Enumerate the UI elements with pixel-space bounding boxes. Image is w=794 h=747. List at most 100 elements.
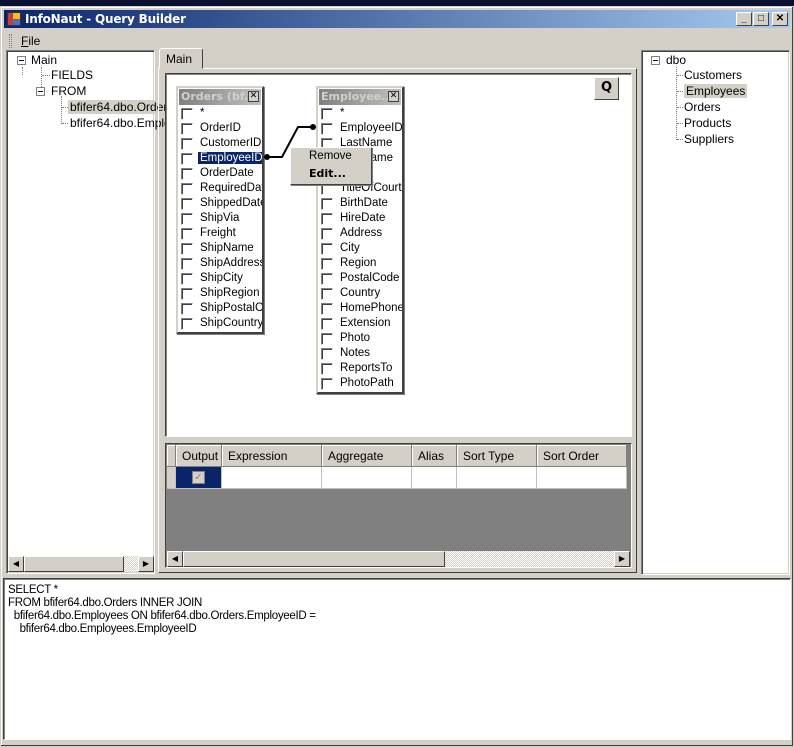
title-bar[interactable]: InfoNaut - Query Builder _ □ ✕ — [4, 10, 790, 28]
field-checkbox[interactable] — [181, 153, 193, 165]
grid-scroll-thumb[interactable] — [183, 551, 445, 567]
field-row[interactable]: ShippedDate — [178, 196, 262, 211]
field-row[interactable]: PhotoPath — [318, 376, 402, 391]
field-checkbox[interactable] — [321, 288, 333, 300]
field-row[interactable]: City — [318, 241, 402, 256]
col-sort-type[interactable]: Sort Type — [457, 445, 537, 467]
field-row[interactable]: Freight — [178, 226, 262, 241]
tree-node-suppliers[interactable]: Suppliers — [684, 131, 734, 147]
cell-aggregate[interactable] — [322, 467, 412, 489]
table-employees[interactable]: Employee...✕ *EmployeeIDLastNameFirstNam… — [316, 86, 404, 394]
col-sort-order[interactable]: Sort Order — [537, 445, 627, 467]
field-checkbox[interactable] — [321, 333, 333, 345]
field-checkbox[interactable] — [321, 243, 333, 255]
grid-hscrollbar[interactable]: ◀ ▶ — [167, 551, 630, 567]
field-checkbox[interactable] — [181, 243, 193, 255]
col-alias[interactable]: Alias — [412, 445, 457, 467]
menu-file[interactable]: File — [21, 34, 40, 48]
col-output[interactable]: Output — [176, 445, 222, 467]
field-row[interactable]: HomePhone — [318, 301, 402, 316]
field-checkbox[interactable] — [181, 258, 193, 270]
query-structure-tree[interactable]: Main FIELDS FROM bfifer64.dbo.Orders bfi… — [6, 50, 196, 574]
field-checkbox[interactable] — [181, 288, 193, 300]
field-checkbox[interactable] — [181, 213, 193, 225]
table-orders[interactable]: Orders (bf... ✕ * OrderID CustomerID Employe… — [176, 86, 264, 334]
field-checkbox[interactable] — [321, 363, 333, 375]
grid-scroll-right-icon[interactable]: ▶ — [614, 551, 630, 567]
field-row[interactable]: CustomerID — [178, 136, 262, 151]
field-checkbox[interactable] — [181, 318, 193, 330]
grid-scroll-left-icon[interactable]: ◀ — [167, 551, 183, 567]
grid-row[interactable]: ✓ — [167, 467, 627, 489]
collapse-dbo-icon[interactable] — [651, 56, 660, 65]
field-row[interactable]: OrderID — [178, 121, 262, 136]
field-checkbox[interactable] — [321, 378, 333, 390]
field-row[interactable]: Extension — [318, 316, 402, 331]
field-row[interactable]: ShipCountry — [178, 316, 262, 331]
col-expression[interactable]: Expression — [222, 445, 322, 467]
field-checkbox[interactable] — [321, 258, 333, 270]
menu-item-remove[interactable]: Remove — [291, 148, 371, 165]
tree-node-customers[interactable]: Customers — [684, 67, 742, 83]
field-checkbox[interactable] — [321, 108, 333, 120]
left-tree-hscrollbar[interactable]: ◀ ▶ — [8, 556, 154, 572]
field-checkbox[interactable] — [181, 273, 193, 285]
field-row[interactable]: ShipAddress — [178, 256, 262, 271]
field-row[interactable]: ShipVia — [178, 211, 262, 226]
field-row[interactable]: * — [178, 106, 262, 121]
tree-node-orders[interactable]: Orders — [684, 99, 721, 115]
close-table-orders-icon[interactable]: ✕ — [248, 91, 259, 102]
scroll-left-icon[interactable]: ◀ — [8, 556, 24, 572]
tree-node-dbo[interactable]: dbo — [666, 52, 686, 68]
cell-expression[interactable] — [222, 467, 322, 489]
cell-sort-order[interactable] — [537, 467, 627, 489]
field-checkbox[interactable] — [181, 303, 193, 315]
field-checkbox[interactable] — [181, 168, 193, 180]
table-orders-header[interactable]: Orders (bf... ✕ — [179, 89, 261, 105]
collapse-from-icon[interactable] — [36, 87, 45, 96]
col-aggregate[interactable]: Aggregate — [322, 445, 412, 467]
row-header[interactable] — [167, 467, 176, 489]
field-checkbox[interactable] — [181, 198, 193, 210]
field-checkbox[interactable] — [181, 123, 193, 135]
field-checkbox[interactable] — [321, 348, 333, 360]
field-row[interactable]: BirthDate — [318, 196, 402, 211]
scroll-right-icon[interactable]: ▶ — [138, 556, 154, 572]
tree-node-products[interactable]: Products — [684, 115, 731, 131]
tree-node-employees[interactable]: Employees — [684, 83, 748, 99]
database-objects-tree[interactable]: dbo Customers Employees Orders Products Supp… — [641, 50, 790, 575]
field-checkbox[interactable] — [321, 123, 333, 135]
close-table-employees-icon[interactable]: ✕ — [388, 91, 399, 102]
field-checkbox[interactable] — [321, 273, 333, 285]
cell-output[interactable]: ✓ — [176, 467, 222, 489]
toolbar-grip-icon[interactable] — [9, 34, 12, 48]
field-row[interactable]: EmployeeID — [318, 121, 402, 136]
field-row[interactable]: * — [318, 106, 402, 121]
criteria-grid[interactable]: Output Expression Aggregate Alias Sort T… — [165, 443, 632, 568]
field-checkbox[interactable] — [181, 228, 193, 240]
field-row[interactable]: EmployeeID — [178, 151, 262, 166]
sql-text-area[interactable]: SELECT * FROM bfifer64.dbo.Orders INNER … — [3, 578, 791, 740]
field-checkbox[interactable] — [181, 108, 193, 120]
field-row[interactable]: Country — [318, 286, 402, 301]
field-checkbox[interactable] — [181, 138, 193, 150]
field-row[interactable]: ShipCity — [178, 271, 262, 286]
tree-node-main[interactable]: Main — [31, 52, 57, 68]
field-row[interactable]: HireDate — [318, 211, 402, 226]
maximize-button[interactable]: □ — [753, 12, 769, 26]
menu-item-edit[interactable]: Edit... — [291, 165, 371, 182]
field-checkbox[interactable] — [321, 318, 333, 330]
tab-main[interactable]: Main — [159, 48, 203, 69]
field-row[interactable]: ReportsTo — [318, 361, 402, 376]
field-checkbox[interactable] — [321, 198, 333, 210]
field-row[interactable]: Photo — [318, 331, 402, 346]
field-checkbox[interactable] — [181, 183, 193, 195]
output-checkbox[interactable]: ✓ — [192, 471, 205, 484]
field-row[interactable]: PostalCode — [318, 271, 402, 286]
field-checkbox[interactable] — [321, 303, 333, 315]
field-row[interactable]: RequiredDate — [178, 181, 262, 196]
field-row[interactable]: OrderDate — [178, 166, 262, 181]
field-row[interactable]: ShipPostalCode — [178, 301, 262, 316]
field-row[interactable]: Region — [318, 256, 402, 271]
field-row[interactable]: Address — [318, 226, 402, 241]
